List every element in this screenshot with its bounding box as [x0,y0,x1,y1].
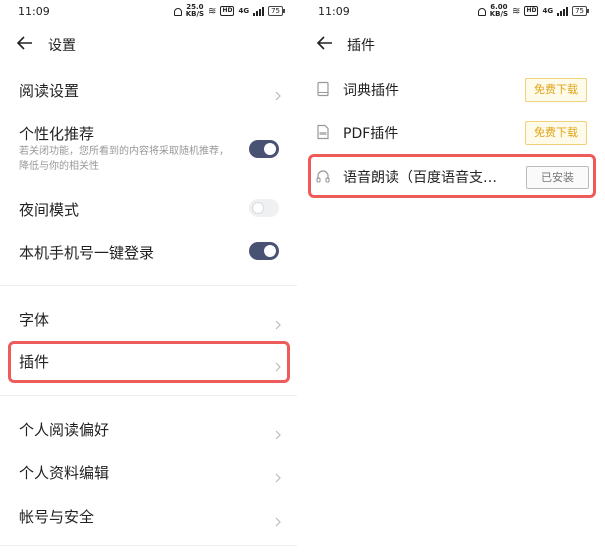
one-click-login-toggle[interactable] [249,242,279,260]
status-time: 11:09 [18,5,50,18]
row-label: 夜间模式 [19,201,80,219]
row-reading-settings[interactable]: 阅读设置 [0,80,297,104]
plugin-row-dictionary: 词典插件 免费下载 [308,71,605,107]
network-type: 4G [542,7,554,15]
signal-icon [557,6,569,16]
installed-button[interactable]: 已安装 [526,166,589,189]
row-plugins[interactable]: 插件 [0,351,297,375]
plugin-name: 语音朗读（百度语音支… [343,170,497,186]
chevron-right-icon [273,315,283,330]
row-reading-prefs[interactable]: 个人阅读偏好 [0,419,297,443]
settings-header: 设置 [0,30,297,60]
mute-bell-icon [173,7,182,16]
page-title: 插件 [347,38,375,54]
status-icons: 6.00 KB/S ≋ HD 4G 75 [477,3,589,18]
wifi-icon: ≋ [512,5,521,17]
status-bar: 11:09 6.00 KB/S ≋ HD 4G 75 [308,0,605,26]
network-speed: 25.0 KB/S [185,3,205,18]
plugin-name: 词典插件 [343,83,399,99]
row-description: 若关闭功能，您所看到的内容将采取随机推荐，降低与你的相关性 [19,146,229,172]
battery-icon: 75 [268,6,285,16]
free-download-button[interactable]: 免费下载 [525,78,587,102]
status-bar: 11:09 25.0 KB/S ≋ HD 4G 75 [0,0,297,26]
plugins-header: 插件 [308,30,605,60]
row-label: 字体 [19,311,50,329]
network-type: 4G [238,7,250,15]
row-label: 个人阅读偏好 [19,421,110,439]
plugin-row-pdf: PDF插件 免费下载 [308,114,605,150]
row-night-mode: 夜间模式 [0,199,297,223]
row-label: 帐号与安全 [19,508,95,526]
row-label: 个性化推荐 [19,125,95,143]
row-personalized: 个性化推荐 若关闭功能，您所看到的内容将采取随机推荐，降低与你的相关性 [0,123,297,183]
night-mode-toggle[interactable] [249,199,279,217]
back-arrow-icon[interactable] [14,32,36,54]
back-arrow-icon[interactable] [314,32,336,54]
book-icon [316,81,330,97]
status-icons: 25.0 KB/S ≋ HD 4G 75 [173,3,285,18]
row-label: 插件 [19,353,50,371]
chevron-right-icon [273,468,283,483]
page-title: 设置 [48,38,76,54]
hd-icon: HD [524,6,539,16]
divider [0,395,297,396]
chevron-right-icon [273,425,283,440]
settings-screen: 11:09 25.0 KB/S ≋ HD 4G 75 设置 阅读设置 个性化推荐 … [0,0,297,553]
row-label: 个人资料编辑 [19,464,110,482]
plugin-name: PDF插件 [343,126,399,142]
row-profile-edit[interactable]: 个人资料编辑 [0,462,297,486]
row-label: 本机手机号一键登录 [19,244,155,262]
headphones-icon [316,168,330,184]
chevron-right-icon [273,512,283,527]
chevron-right-icon [273,86,283,101]
row-label: 阅读设置 [19,82,80,100]
row-one-click-login: 本机手机号一键登录 [0,242,297,266]
row-account-security[interactable]: 帐号与安全 [0,506,297,530]
divider [0,545,297,546]
plugin-row-tts: 语音朗读（百度语音支… 已安装 [308,158,605,194]
battery-icon: 75 [572,6,589,16]
pdf-icon [316,124,330,140]
plugins-screen: 11:09 6.00 KB/S ≋ HD 4G 75 插件 词典插件 免费下载 P… [308,0,605,553]
network-speed: 6.00 KB/S [489,3,509,18]
row-font[interactable]: 字体 [0,309,297,333]
mute-bell-icon [477,7,486,16]
hd-icon: HD [220,6,235,16]
wifi-icon: ≋ [208,5,217,17]
signal-icon [253,6,265,16]
divider [0,285,297,286]
chevron-right-icon [273,357,283,372]
status-time: 11:09 [318,5,350,18]
personalized-toggle[interactable] [249,140,279,158]
free-download-button[interactable]: 免费下载 [525,121,587,145]
